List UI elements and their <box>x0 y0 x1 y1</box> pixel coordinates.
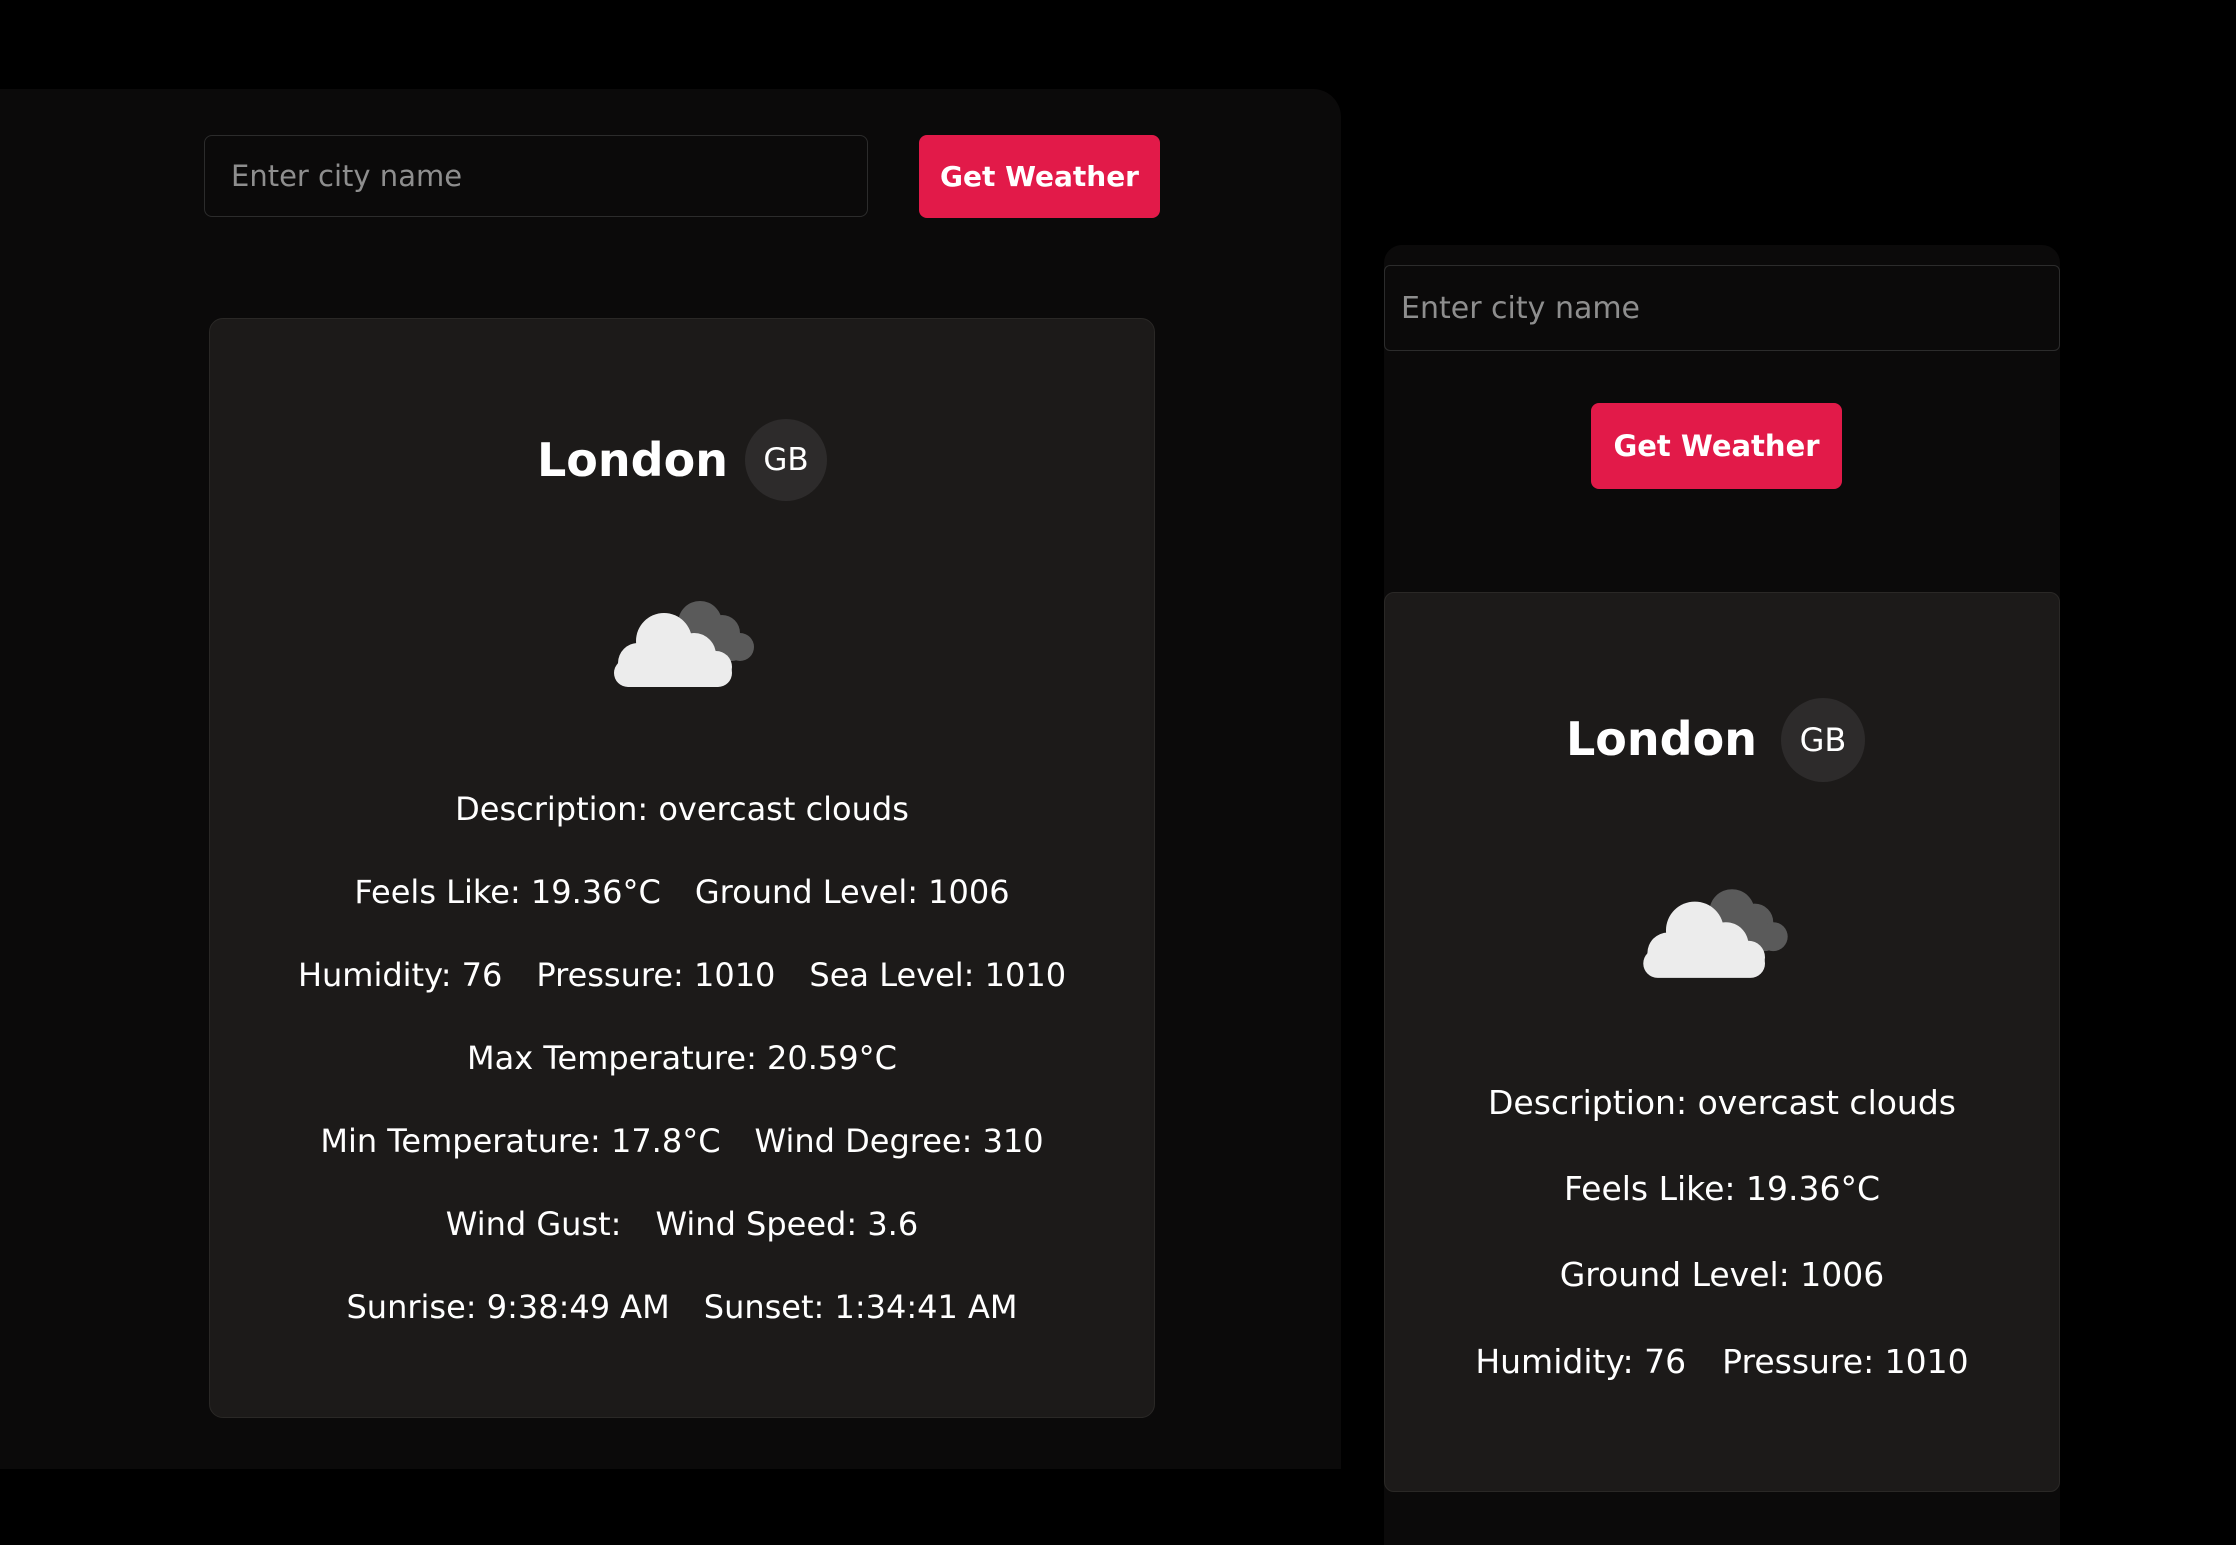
max-temp-text: Max Temperature: 20.59°C <box>467 1039 897 1077</box>
city-search-input[interactable] <box>204 135 868 217</box>
country-badge: GB <box>745 419 827 501</box>
min-temp-wind-line: Min Temperature: 17.8°C Wind Degree: 310 <box>209 1121 1155 1161</box>
ground-level-text: Ground Level: 1006 <box>694 873 1010 911</box>
mobile-pressure-text: Pressure: 1010 <box>1722 1342 1969 1381</box>
max-temp-line: Max Temperature: 20.59°C <box>209 1038 1155 1078</box>
mobile-city-name: London <box>1566 712 1757 766</box>
wind-degree-text: Wind Degree: 310 <box>754 1122 1044 1160</box>
mobile-humidity-text: Humidity: 76 <box>1475 1342 1687 1381</box>
humidity-text: Humidity: 76 <box>297 956 503 994</box>
mobile-country-badge: GB <box>1781 698 1865 782</box>
description-line: Description: overcast clouds <box>209 789 1155 829</box>
description-text: Description: overcast clouds <box>455 790 909 828</box>
wind-speed-text: Wind Speed: 3.6 <box>655 1205 919 1243</box>
humidity-pressure-line: Humidity: 76 Pressure: 1010 Sea Level: 101… <box>209 955 1155 995</box>
overcast-clouds-icon <box>614 601 754 687</box>
mobile-ground-level-line: Ground Level: 1006 <box>1384 1254 2060 1296</box>
wind-gust-text: Wind Gust: <box>445 1205 622 1243</box>
wind-line: Wind Gust: Wind Speed: 3.6 <box>209 1204 1155 1244</box>
mobile-feels-like-text: Feels Like: 19.36°C <box>1563 1169 1881 1208</box>
mobile-overcast-clouds-icon <box>1643 889 1788 978</box>
mobile-ground-level-text: Ground Level: 1006 <box>1559 1255 1885 1294</box>
mobile-description-line: Description: overcast clouds <box>1384 1082 2060 1124</box>
mobile-get-weather-button[interactable]: Get Weather <box>1591 403 1842 489</box>
mobile-description-text: Description: overcast clouds <box>1488 1083 1956 1122</box>
sunrise-text: Sunrise: 9:38:49 AM <box>346 1288 670 1326</box>
sun-line: Sunrise: 9:38:49 AM Sunset: 1:34:41 AM <box>209 1287 1155 1327</box>
min-temp-text: Min Temperature: 17.8°C <box>320 1122 721 1160</box>
sunset-text: Sunset: 1:34:41 AM <box>703 1288 1018 1326</box>
mobile-city-search-input[interactable] <box>1384 265 2060 351</box>
pressure-text: Pressure: 1010 <box>536 956 776 994</box>
get-weather-button[interactable]: Get Weather <box>919 135 1160 218</box>
feels-ground-line: Feels Like: 19.36°C Ground Level: 1006 <box>209 872 1155 912</box>
mobile-feels-like-line: Feels Like: 19.36°C <box>1384 1168 2060 1210</box>
feels-like-text: Feels Like: 19.36°C <box>354 873 661 911</box>
city-name: London <box>537 433 728 487</box>
sea-level-text: Sea Level: 1010 <box>809 956 1067 994</box>
mobile-humidity-pressure-line: Humidity: 76 Pressure: 1010 <box>1384 1341 2060 1383</box>
